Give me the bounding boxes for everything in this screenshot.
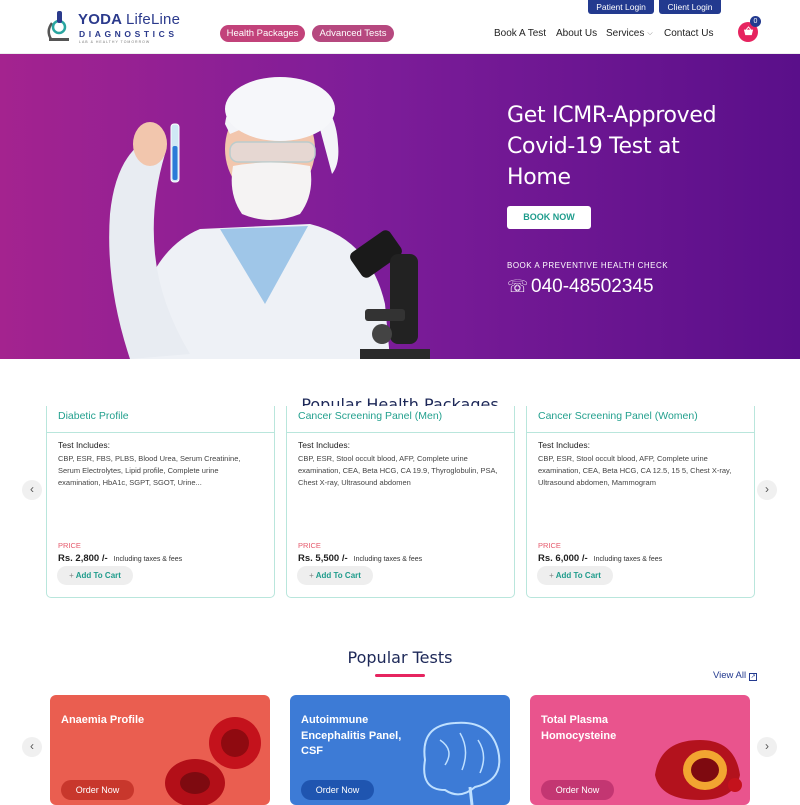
package-title[interactable]: Cancer Screening Panel (Women): [527, 406, 754, 433]
book-now-button[interactable]: BOOK NOW: [507, 206, 591, 229]
blood-vessel-icon: [655, 740, 742, 800]
package-title[interactable]: Cancer Screening Panel (Men): [287, 406, 514, 433]
hero-title: Get ICMR-Approved Covid-19 Test at Home: [507, 103, 717, 190]
price-label: PRICE: [298, 541, 321, 550]
external-link-icon: ↗: [749, 673, 758, 681]
test-card[interactable]: Autoimmune Encephalitis Panel, CSF Order…: [290, 695, 510, 805]
logo-subtitle: DIAGNOSTICS: [79, 29, 178, 39]
plus-icon: +: [69, 571, 74, 580]
basket-icon: [743, 26, 753, 36]
package-card: Cancer Screening Panel (Men) Test Includ…: [286, 406, 515, 598]
phone-icon: ☏: [507, 277, 529, 296]
test-includes-text: CBP, ESR, FBS, PLBS, Blood Urea, Serum C…: [58, 454, 241, 487]
cart-count-badge: 0: [750, 16, 761, 27]
logo-tagline: LAB & HEALTHY TOMORROW: [79, 40, 151, 44]
red-blood-cells-icon: [165, 717, 261, 805]
chevron-down-icon: ⌵: [647, 30, 653, 37]
phone-number-link[interactable]: ☏ 040-48502345: [507, 276, 654, 298]
preventive-checkup-label: BOOK A PREVENTIVE HEALTH CHECK: [507, 261, 669, 270]
logo-title: YODA LifeLine: [78, 11, 181, 28]
phone-number: 040-48502345: [531, 276, 654, 297]
tests-next-arrow-icon[interactable]: ›: [757, 737, 777, 757]
test-card[interactable]: Anaemia Profile Order Now: [50, 695, 270, 805]
package-card: Cancer Screening Panel (Women) Test Incl…: [526, 406, 755, 598]
package-card: Diabetic Profile Test Includes: CBP, ESR…: [46, 406, 275, 598]
patient-login-button[interactable]: Patient Login: [588, 0, 654, 14]
plus-icon: +: [549, 571, 554, 580]
health-packages-button[interactable]: Health Packages: [220, 25, 305, 42]
package-title[interactable]: Diabetic Profile: [47, 406, 274, 433]
packages-next-arrow-icon[interactable]: ›: [757, 480, 777, 500]
nav-about-us[interactable]: About Us: [556, 28, 597, 39]
tax-note: Including taxes & fees: [113, 556, 183, 563]
packages-prev-arrow-icon[interactable]: ‹: [22, 480, 42, 500]
add-to-cart-button[interactable]: + Add To Cart: [297, 566, 373, 585]
nav-services-label: Services: [606, 28, 645, 39]
test-includes-text: CBP, ESR, Stool occult blood, AFP, Compl…: [538, 454, 732, 487]
test-includes-label: Test Includes:: [298, 440, 350, 450]
price-label: PRICE: [538, 541, 561, 550]
add-to-cart-button[interactable]: + Add To Cart: [57, 566, 133, 585]
order-now-button[interactable]: Order Now: [541, 780, 614, 800]
site-header: YODA LifeLine DIAGNOSTICS LAB & HEALTHY …: [0, 0, 800, 54]
plus-icon: +: [309, 571, 314, 580]
client-login-button[interactable]: Client Login: [659, 0, 721, 14]
order-now-button[interactable]: Order Now: [61, 780, 134, 800]
package-price: Rs. 5,500 /- Including taxes & fees: [298, 553, 423, 564]
test-includes-label: Test Includes:: [58, 440, 110, 450]
nav-services[interactable]: Services ⌵: [606, 28, 653, 39]
test-card[interactable]: Total Plasma Homocysteine Order Now: [530, 695, 750, 805]
test-includes-label: Test Includes:: [538, 440, 590, 450]
tax-note: Including taxes & fees: [593, 556, 663, 563]
tests-prev-arrow-icon[interactable]: ‹: [22, 737, 42, 757]
nav-book-a-test[interactable]: Book A Test: [494, 28, 546, 39]
test-includes-text: CBP, ESR, Stool occult blood, AFP, Compl…: [298, 454, 498, 487]
title-underline: [375, 674, 425, 677]
add-to-cart-button[interactable]: + Add To Cart: [537, 566, 613, 585]
popular-tests-title: Popular Tests: [347, 648, 453, 667]
microscope-logo-icon: [47, 11, 69, 41]
tax-note: Including taxes & fees: [353, 556, 423, 563]
site-logo[interactable]: YODA LifeLine DIAGNOSTICS LAB & HEALTHY …: [44, 9, 184, 45]
nav-contact-us[interactable]: Contact Us: [664, 28, 713, 39]
lab-technician-image: [109, 77, 430, 359]
advanced-tests-button[interactable]: Advanced Tests: [312, 25, 394, 42]
package-price: Rs. 2,800 /- Including taxes & fees: [58, 553, 183, 564]
order-now-button[interactable]: Order Now: [301, 780, 374, 800]
view-all-link[interactable]: View All ↗: [713, 670, 758, 681]
brain-icon: [423, 721, 501, 805]
package-price: Rs. 6,000 /- Including taxes & fees: [538, 553, 663, 564]
hero-banner: Get ICMR-Approved Covid-19 Test at Home …: [0, 54, 800, 359]
price-label: PRICE: [58, 541, 81, 550]
